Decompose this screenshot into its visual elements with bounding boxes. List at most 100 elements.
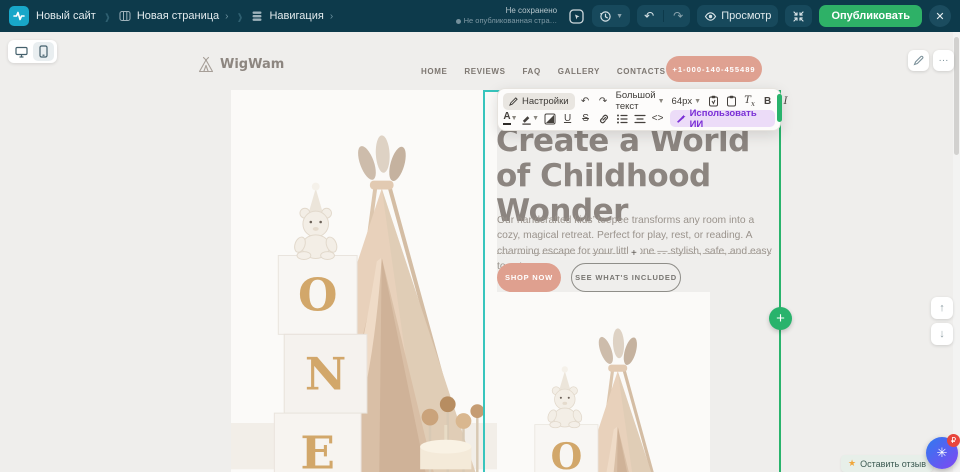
pencil-icon — [509, 97, 518, 106]
templates-button[interactable] — [568, 8, 585, 25]
site-nav: HOME REVIEWS FAQ GALLERY CONTACTS — [421, 67, 666, 76]
nav-item-reviews[interactable]: REVIEWS — [464, 67, 505, 76]
builder-logo[interactable] — [9, 6, 29, 26]
device-toggle — [8, 40, 57, 63]
move-block-up-button[interactable]: ↑ — [931, 297, 953, 319]
editor-canvas: WigWam HOME REVIEWS FAQ GALLERY CONTACTS… — [0, 32, 960, 472]
teepee-scene-image — [497, 292, 710, 472]
site-name: Новый сайт — [36, 10, 96, 22]
pencil-icon — [913, 55, 924, 66]
mobile-view-button[interactable] — [33, 42, 54, 61]
copy-style-icon — [708, 95, 719, 107]
layers-icon — [251, 10, 263, 22]
page-name: Новая страница — [137, 10, 219, 22]
ellipsis-icon: ··· — [939, 55, 949, 66]
undo-redo-group: ↶ ↷ — [637, 5, 690, 27]
list-icon — [616, 113, 628, 125]
navigation-name: Навигация — [269, 10, 323, 22]
underline-button[interactable]: U — [560, 111, 575, 127]
clear-format-icon: Tx — [744, 95, 755, 108]
redo-button[interactable]: ↷ — [673, 10, 683, 22]
shop-now-button[interactable]: SHOP NOW — [497, 263, 561, 292]
text-color-icon: A — [503, 112, 510, 125]
align-button[interactable] — [632, 111, 647, 127]
preview-button[interactable]: Просмотр — [697, 5, 778, 27]
chevron-down-icon: ▼ — [532, 115, 539, 122]
history-caret-icon: ▼ — [616, 13, 623, 20]
selection-border-left — [483, 90, 485, 472]
settings-label: Настройки — [522, 96, 569, 107]
redo-button[interactable]: ↷ — [596, 93, 611, 109]
toolbar-drag-handle[interactable] — [777, 94, 782, 122]
save-status-text: Не сохранено — [456, 6, 558, 16]
nav-item-faq[interactable]: FAQ — [523, 67, 541, 76]
breadcrumb-site[interactable]: Новый сайт — [36, 10, 96, 22]
breadcrumb-navigation[interactable]: Навигация › — [251, 10, 333, 22]
breadcrumb-separator: › — [235, 3, 244, 29]
scrollbar-thumb[interactable] — [954, 37, 959, 155]
phone-button[interactable]: +1-000-140-455489 — [666, 56, 762, 82]
add-column-button[interactable]: + — [769, 307, 792, 330]
nav-item-home[interactable]: HOME — [421, 67, 447, 76]
chevron-down-icon: ▼ — [658, 98, 665, 105]
align-icon — [634, 113, 646, 125]
close-icon: ✕ — [935, 10, 944, 23]
block-menu-button[interactable]: ··· — [933, 50, 954, 71]
publish-button[interactable]: Опубликовать — [819, 5, 922, 27]
site-logo[interactable]: WigWam — [197, 56, 284, 73]
arrow-down-icon: ↓ — [939, 328, 945, 340]
preview-label: Просмотр — [721, 10, 771, 22]
nav-item-contacts[interactable]: CONTACTS — [617, 67, 666, 76]
ordered-list-button[interactable] — [614, 111, 629, 127]
highlighter-icon — [521, 113, 532, 125]
background-color-button[interactable] — [542, 111, 557, 127]
move-block-down-button[interactable]: ↓ — [931, 323, 953, 345]
link-button[interactable] — [596, 111, 611, 127]
strikethrough-button[interactable]: S — [578, 111, 593, 127]
page-dropdown-chevron-icon[interactable]: › — [225, 11, 228, 22]
shop-now-label: SHOP NOW — [505, 273, 553, 282]
column-guide-line — [779, 90, 781, 472]
undo-button[interactable]: ↶ — [644, 10, 654, 22]
star-icon: ★ — [848, 458, 856, 469]
close-editor-button[interactable]: ✕ — [929, 5, 951, 27]
text-style-select[interactable]: Большой текст ▼ — [614, 90, 667, 112]
teepee-logo-icon — [197, 56, 215, 73]
chat-sparkle-icon: ✳ — [937, 445, 948, 461]
use-ai-label: Использовать ИИ — [690, 108, 769, 130]
leave-feedback-button[interactable]: ★ Оставить отзыв — [841, 455, 933, 472]
breadcrumb-page[interactable]: Новая страница › — [119, 10, 229, 22]
hero-photo-left[interactable] — [231, 90, 497, 472]
bold-icon: B — [764, 96, 771, 107]
desktop-view-button[interactable] — [11, 42, 32, 61]
page-layout-icon — [119, 10, 131, 22]
phone-label: +1-000-140-455489 — [672, 65, 755, 74]
navigation-dropdown-chevron-icon[interactable]: › — [330, 11, 333, 22]
font-size-select[interactable]: 64px ▼ — [670, 96, 704, 107]
code-button[interactable]: <> — [650, 111, 665, 127]
chat-notification-badge: ₽ — [947, 434, 960, 447]
hero-photo-right[interactable] — [497, 292, 710, 472]
add-element-button[interactable]: + — [628, 248, 640, 259]
save-status: Не сохранено Не опубликованная стра… — [456, 6, 558, 25]
highlight-color-button[interactable]: ▼ — [521, 111, 539, 127]
hide-interface-button[interactable] — [785, 5, 812, 27]
pulse-icon — [12, 9, 26, 23]
ai-pen-icon — [676, 114, 686, 124]
undo-button[interactable]: ↶ — [578, 93, 593, 109]
chevron-down-icon: ▼ — [511, 115, 518, 122]
mobile-icon — [39, 45, 48, 58]
history-button[interactable]: ▼ — [592, 5, 630, 27]
eye-icon — [704, 10, 717, 23]
edit-block-button[interactable] — [908, 50, 929, 71]
publish-label: Опубликовать — [831, 10, 910, 22]
settings-button[interactable]: Настройки — [503, 93, 575, 110]
see-whats-included-label: SEE WHAT'S INCLUDED — [575, 273, 677, 282]
text-color-button[interactable]: A ▼ — [503, 111, 518, 127]
site-logo-text: WigWam — [220, 57, 284, 72]
templates-icon — [568, 8, 585, 25]
chat-badge-text: ₽ — [951, 436, 956, 445]
nav-item-gallery[interactable]: GALLERY — [558, 67, 600, 76]
see-whats-included-button[interactable]: SEE WHAT'S INCLUDED — [571, 263, 681, 292]
use-ai-button[interactable]: Использовать ИИ — [670, 110, 775, 127]
